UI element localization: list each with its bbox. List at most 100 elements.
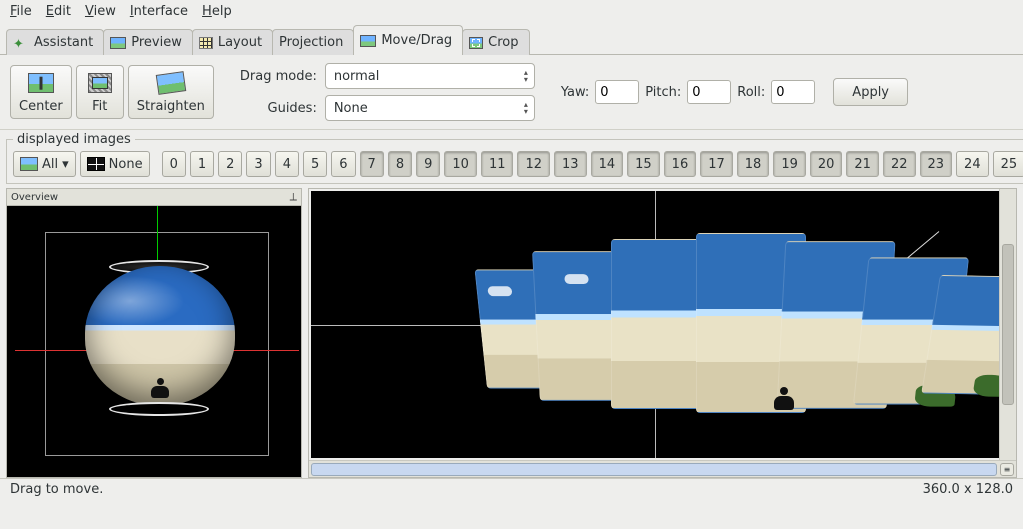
scroll-grip-icon[interactable]: ≡ [1000,463,1014,476]
image-toggle-22[interactable]: 22 [883,151,916,177]
roll-label: Roll: [737,85,765,100]
drag-mode-label: Drag mode: [240,69,317,84]
drag-mode-value: normal [334,69,380,84]
image-toggle-12[interactable]: 12 [517,151,550,177]
drag-mode-select[interactable]: normal ▴▾ [325,63,535,89]
pitch-label: Pitch: [645,85,681,100]
image-icon [360,35,376,47]
tab-assistant[interactable]: Assistant [6,29,104,55]
straighten-icon [156,71,187,95]
image-toggle-17[interactable]: 17 [700,151,733,177]
workspace: Overview [0,188,1023,478]
straighten-button[interactable]: Straighten [128,65,214,119]
image-toggle-8[interactable]: 8 [388,151,412,177]
tab-layout[interactable]: Layout [192,29,273,55]
preview-canvas[interactable] [311,191,999,458]
all-button[interactable]: All▾ [13,151,76,177]
chevron-updown-icon: ▴▾ [524,101,528,115]
image-toggle-15[interactable]: 15 [627,151,660,177]
horizontal-scrollbar[interactable]: ≡ [309,460,1016,477]
guides-value: None [334,101,368,116]
guides-label: Guides: [240,101,317,116]
crop-icon [469,37,483,49]
image-toggle-3[interactable]: 3 [246,151,270,177]
image-toggle-2[interactable]: 2 [218,151,242,177]
chevron-down-icon: ▾ [62,157,69,172]
tab-label: Move/Drag [381,33,452,48]
panorama-images [481,229,999,429]
status-dimensions: 360.0 x 128.0 [923,482,1013,497]
status-hint: Drag to move. [10,482,103,497]
overview-title: Overview [11,192,58,203]
tab-label: Crop [488,35,518,50]
yaw-pitch-roll-group: Yaw: Pitch: Roll: Apply [561,78,908,106]
image-toggle-19[interactable]: 19 [773,151,806,177]
yaw-input[interactable] [595,80,639,104]
center-icon [28,73,54,93]
menu-edit[interactable]: Edit [46,4,71,19]
move-drag-toolbar: Center Fit Straighten Drag mode: normal … [0,55,1023,130]
tab-crop[interactable]: Crop [462,29,529,55]
menu-view[interactable]: View [85,4,116,19]
none-icon [87,157,105,171]
pole-bottom [109,402,209,416]
apply-button[interactable]: Apply [833,78,908,106]
align-button-group: Center Fit Straighten [10,65,214,119]
image-toggle-6[interactable]: 6 [331,151,355,177]
fit-button[interactable]: Fit [76,65,124,119]
tab-strip: Assistant Preview Layout Projection Move… [0,25,1023,55]
mode-guides-grid: Drag mode: normal ▴▾ Guides: None ▴▾ [240,63,535,121]
menu-bar: File Edit View Interface Help [0,0,1023,25]
image-toggle-11[interactable]: 11 [481,151,514,177]
image-toggle-13[interactable]: 13 [554,151,587,177]
displayed-images-group: displayed images All▾ None 0123456789101… [6,132,1023,184]
menu-file[interactable]: File [10,4,32,19]
fit-icon [88,73,112,93]
pin-icon[interactable] [290,190,297,204]
pitch-input[interactable] [687,80,731,104]
menu-interface[interactable]: Interface [130,4,188,19]
image-toggle-1[interactable]: 1 [190,151,214,177]
roll-input[interactable] [771,80,815,104]
wand-icon [13,37,29,49]
tab-label: Layout [218,35,262,50]
image-toggle-18[interactable]: 18 [737,151,770,177]
photographer-shadow [149,378,171,400]
tab-preview[interactable]: Preview [103,29,193,55]
image-icon [110,37,126,49]
displayed-images-legend: displayed images [13,132,135,147]
tab-projection[interactable]: Projection [272,29,354,55]
center-button[interactable]: Center [10,65,72,119]
chevron-updown-icon: ▴▾ [524,69,528,83]
image-toggle-4[interactable]: 4 [275,151,299,177]
guides-select[interactable]: None ▴▾ [325,95,535,121]
image-toggle-25[interactable]: 25 [993,151,1023,177]
tab-label: Preview [131,35,182,50]
none-button[interactable]: None [80,151,150,177]
image-toggle-9[interactable]: 9 [416,151,440,177]
image-toggle-0[interactable]: 0 [162,151,186,177]
scroll-thumb[interactable] [1002,244,1014,404]
yaw-label: Yaw: [561,85,589,100]
tab-move-drag[interactable]: Move/Drag [353,25,463,55]
status-bar: Drag to move. 360.0 x 128.0 [0,478,1023,500]
image-toggle-5[interactable]: 5 [303,151,327,177]
preview-panel: ≡ [308,188,1017,478]
image-toggle-20[interactable]: 20 [810,151,843,177]
image-toggle-14[interactable]: 14 [591,151,624,177]
tab-label: Projection [279,35,343,50]
overview-panel: Overview [6,188,302,478]
scroll-thumb[interactable] [311,463,997,476]
image-toggle-21[interactable]: 21 [846,151,879,177]
menu-help[interactable]: Help [202,4,232,19]
image-toggle-23[interactable]: 23 [920,151,953,177]
grid-icon [199,37,213,49]
image-toggle-7[interactable]: 7 [360,151,384,177]
image-toggle-24[interactable]: 24 [956,151,989,177]
image-toggle-10[interactable]: 10 [444,151,477,177]
tab-label: Assistant [34,35,93,50]
overview-canvas[interactable] [7,206,301,477]
vertical-scrollbar[interactable] [999,189,1016,460]
photographer-shadow [771,387,797,413]
image-toggle-16[interactable]: 16 [664,151,697,177]
